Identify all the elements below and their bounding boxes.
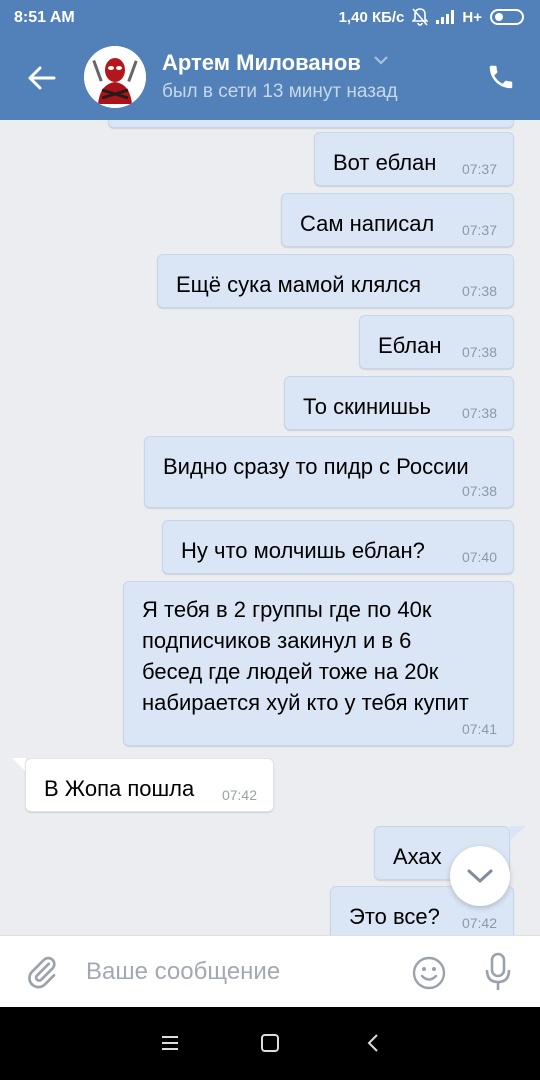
bubble-tail [510,826,526,840]
message-time: 07:38 [461,483,497,499]
emoji-button[interactable] [412,956,446,990]
message-text: Сам написал [300,211,435,236]
message-bubble-partial[interactable] [108,120,514,128]
message-bubble[interactable]: То скинишьь 07:38 [284,376,514,430]
avatar[interactable] [84,46,146,108]
scroll-down-button[interactable] [450,846,510,906]
message-bubble-incoming[interactable]: В Жопа пошла 07:42 [25,758,274,812]
contact-status: был в сети 13 минут назад [162,81,398,102]
chat-header: Артем Милованов был в сети 13 минут наза… [0,36,540,120]
message-text: Ещё сука мамой клялся [176,272,422,297]
message-bubble[interactable]: Сам написал 07:37 [281,193,514,247]
menu-nav-button[interactable] [158,1031,184,1057]
message-bubble[interactable]: Еблан 07:38 [359,315,514,369]
chevron-down-icon [467,869,493,883]
back-nav-button[interactable] [362,1031,388,1057]
message-time: 07:37 [461,222,497,238]
message-text: Это все? [349,904,440,929]
message-text-line: набирается хуй кто у тебя купит [142,690,469,715]
network-type: H+ [462,8,482,26]
message-text: Вот еблан [333,150,437,175]
message-text: В Жопа пошла [44,776,195,801]
message-time: 07:38 [461,405,497,421]
message-text-line: подписчиков закинул и в 6 [142,628,412,653]
avatar-image [84,46,146,108]
menu-icon [162,1036,178,1050]
message-text: Ахах [393,844,442,869]
smiley-icon [412,956,446,990]
home-square-icon [261,1034,279,1052]
message-text-line: Я тебя в 2 группы где по 40к [142,597,432,622]
microphone-button[interactable] [484,952,512,992]
paperclip-icon [28,956,56,989]
home-nav-button[interactable] [258,1031,284,1057]
message-text: То скинишьь [303,394,431,419]
attach-button[interactable] [24,954,60,990]
message-text: Я тебя в 2 группы где по 40к подписчиков… [142,594,469,718]
battery-icon [490,9,524,25]
message-bubble[interactable]: Ну что молчишь еблан? 07:40 [162,520,514,574]
message-time: 07:42 [461,915,497,931]
contact-name[interactable]: Артем Милованов [162,50,361,76]
phone-icon [489,65,513,89]
microphone-icon [485,952,511,990]
message-text-line: бесед где людей тоже на 20к [142,659,439,684]
message-time: 07:38 [461,283,497,299]
system-nav-bar [0,1007,540,1080]
signal-icon [436,10,455,24]
message-text: Ну что молчишь еблан? [181,538,425,563]
message-bubble[interactable]: Ещё сука мамой клялся 07:38 [157,254,514,308]
message-text: Еблан [378,333,442,358]
message-bubble[interactable]: Я тебя в 2 группы где по 40к подписчиков… [123,581,514,746]
message-composer [0,935,540,1007]
message-time: 07:37 [461,161,497,177]
message-time: 07:38 [461,344,497,360]
message-text: Видно сразу то пидр с России [163,454,469,479]
message-bubble[interactable]: Видно сразу то пидр с России 07:38 [144,436,514,508]
message-time: 07:40 [461,549,497,565]
call-button[interactable] [486,62,518,94]
status-indicators: 1,40 КБ/с H+ [339,8,524,26]
status-time: 8:51 AM [14,9,75,26]
bell-off-icon [412,8,429,26]
bubble-tail [12,758,26,772]
status-bar: 8:51 AM 1,40 КБ/с H+ [0,0,540,36]
message-bubble[interactable]: Вот еблан 07:37 [314,132,514,186]
chevron-down-icon[interactable] [372,54,390,66]
back-button[interactable] [22,58,62,98]
message-time: 07:41 [461,721,497,737]
message-time: 07:42 [221,787,257,803]
arrow-left-icon [28,66,56,90]
message-input[interactable] [86,954,386,990]
message-list[interactable]: Вот еблан 07:37 Сам написал 07:37 Ещё су… [0,120,540,935]
back-chevron-icon [367,1034,378,1052]
network-speed: 1,40 КБ/с [338,8,405,26]
